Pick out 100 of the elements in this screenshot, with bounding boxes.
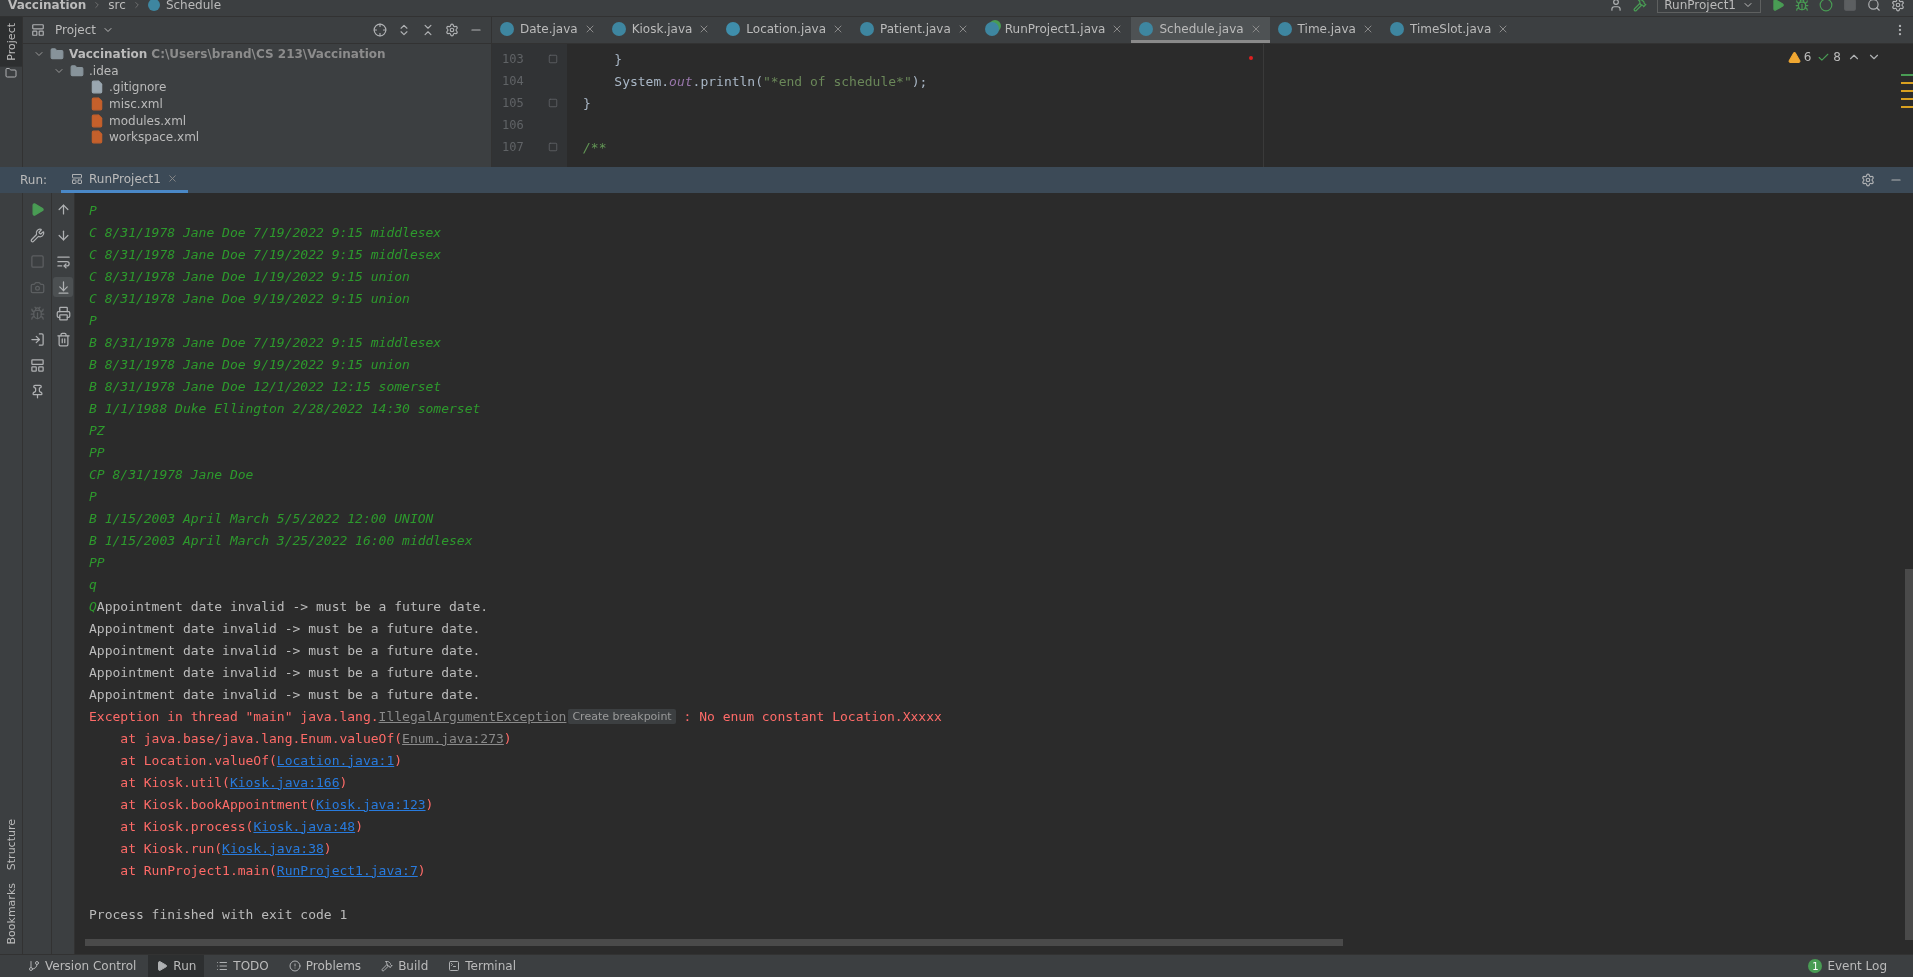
output-text: Appointment date invalid -> must be a future date. [89,642,481,658]
editor-tab[interactable]: TimeSlot.java [1381,17,1518,43]
warning-count[interactable]: 6 [1787,50,1812,64]
enum-icon [726,21,741,36]
source-link[interactable]: Kiosk.java:166 [229,774,340,790]
editor-tab[interactable]: Kiosk.java [603,17,719,43]
settings-icon [1891,0,1905,12]
error-text: ) [394,752,403,768]
source-link[interactable]: Kiosk.java:123 [316,796,426,812]
pin-icon [29,383,45,399]
error-text: at Location.valueOf( [119,752,277,768]
input-text: C 8/31/1978 Jane Doe 1/19/2022 9:15 union [89,268,410,284]
file-icon [90,80,104,95]
tree-item[interactable]: modules.xml [109,113,187,128]
run-configuration-dropdown[interactable]: RunProject1 [1657,0,1761,13]
input-text: P [89,202,97,218]
error-text: ) [417,862,426,878]
input-text: B 8/31/1978 Jane Doe 9/19/2022 9:15 union [89,356,410,372]
xml-file-icon [90,97,104,112]
notification-count: 1 [1808,959,1823,973]
source-link[interactable]: Location.java:1 [276,752,395,768]
input-text: C 8/31/1978 Jane Doe 7/19/2022 9:15 middlesex [89,224,442,240]
editor-tab[interactable]: Time.java [1269,17,1382,43]
run-icon [29,201,45,217]
input-text: B 8/31/1978 Jane Doe 7/19/2022 9:15 middlesex [89,334,442,350]
input-text: B 1/15/2003 April March 3/25/2022 16:00 middlesex [89,532,473,548]
editor-tab[interactable]: Date.java [492,17,604,43]
tree-item[interactable]: Vaccination C:\Users\brand\CS 213\Vaccination [69,47,386,62]
input-text: C 8/31/1978 Jane Doe 7/19/2022 9:15 middlesex [89,246,442,262]
error-text: : No enum constant Location.Xxxxx [682,708,942,724]
project-view-dropdown[interactable]: Project [55,23,115,37]
folder-icon [5,66,17,79]
user-icon [1609,0,1624,12]
collapse-all-icon [421,23,435,37]
camera-icon [29,279,45,295]
event-log-button[interactable]: 1 Event Log [1802,958,1893,974]
warning-icon [1787,50,1801,64]
typo-count[interactable]: 8 [1817,50,1841,64]
breadcrumb-item[interactable]: src [108,0,126,12]
breadcrumb-item[interactable]: Schedule [165,0,222,12]
code-line: System.out.println("*end of schedule*"); [613,73,928,89]
tool-window-button[interactable]: Version Control [20,955,145,977]
source-link[interactable]: IllegalArgumentException [378,708,567,724]
settings-icon [1861,173,1875,187]
class-icon [1277,21,1292,36]
editor-tab[interactable]: Schedule.java [1131,17,1270,43]
project-side-tab[interactable]: Project [0,17,22,67]
runnable-class-icon [984,21,999,36]
build-icon [1633,0,1648,12]
tree-item[interactable]: workspace.xml [109,130,200,145]
trash-icon [55,331,71,347]
module-path: C:\Users\brand\CS 213\Vaccination [151,47,386,62]
breadcrumb-item[interactable]: Vaccination [8,0,87,12]
tool-window-button[interactable]: TODO [208,955,277,977]
source-link[interactable]: RunProject1.java:7 [276,862,418,878]
error-text: at java.base/java.lang.Enum.valueOf( [119,730,403,746]
run-icon [156,960,169,972]
tool-window-button[interactable]: Run [148,955,205,977]
editor-tab[interactable]: Location.java [718,17,853,43]
tool-window-button[interactable]: Problems [280,955,370,977]
input-text: CP 8/31/1978 Jane Doe [89,466,254,482]
source-link[interactable]: Kiosk.java:38 [222,840,324,856]
error-text: ) [339,774,348,790]
scroll-to-end-button[interactable] [53,277,73,297]
run-tab[interactable]: RunProject1 [61,167,188,193]
side-tab[interactable]: Bookmarks [0,876,22,950]
tree-item[interactable]: .idea [89,63,119,78]
tool-window-button[interactable]: Terminal [440,955,524,977]
horizontal-scrollbar[interactable] [85,939,1343,946]
debug-icon [1795,0,1809,12]
side-tab[interactable]: Structure [0,813,22,877]
source-link[interactable]: Enum.java:273 [402,730,504,746]
error-text: ) [355,818,363,834]
panel-icon [31,23,45,37]
error-text: Exception in thread "main" java.lang. [89,708,379,724]
error-text: at Kiosk.process( [119,818,254,834]
input-text: P [89,488,97,504]
list-icon [216,960,229,972]
input-text: q [89,576,97,592]
create-breakpoint-hint[interactable]: Create breakpoint [568,708,676,724]
editor-tab[interactable]: RunProject1.java [976,17,1132,43]
bug-icon [29,305,45,321]
error-text: at Kiosk.run( [119,840,223,856]
run-icon [1771,0,1785,12]
stop-icon [1843,0,1857,12]
code-line: /** [583,139,607,155]
tool-window-button[interactable]: Build [373,955,437,977]
input-text: C 8/31/1978 Jane Doe 9/19/2022 9:15 union [89,290,410,306]
folder-icon [70,63,84,78]
tree-item[interactable]: .gitignore [109,80,167,95]
fold-marker-icon[interactable] [547,54,558,64]
source-link[interactable]: Kiosk.java:48 [253,818,356,834]
branch-icon [28,960,40,972]
tree-item[interactable]: misc.xml [109,97,163,112]
fold-marker-icon[interactable] [547,98,558,108]
vertical-scrollbar[interactable] [1905,569,1913,940]
fold-marker-icon[interactable] [547,142,558,152]
editor-tab[interactable]: Patient.java [852,17,977,43]
class-icon [1389,21,1404,36]
class-icon [500,21,514,36]
